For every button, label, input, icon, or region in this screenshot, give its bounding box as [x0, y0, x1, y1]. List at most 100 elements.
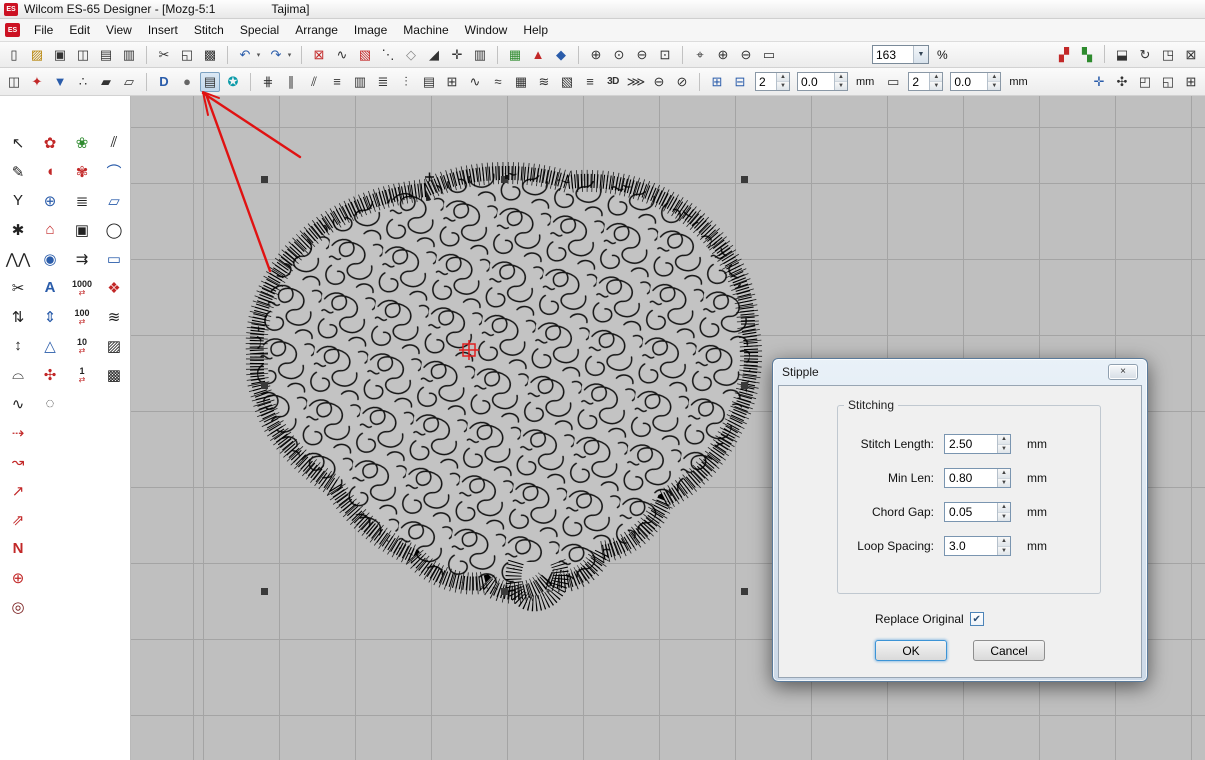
align-b[interactable]: ◱	[1158, 72, 1178, 92]
pan-tool[interactable]: ⌖	[690, 45, 710, 65]
stitch-type-lattice[interactable]: ⊞	[442, 72, 462, 92]
object-mode[interactable]: ●	[177, 72, 197, 92]
tool-button[interactable]	[98, 505, 130, 534]
tool-button[interactable]	[98, 563, 130, 592]
spin-down-icon[interactable]: ▼	[998, 513, 1010, 522]
dock-panel[interactable]: ⬓	[1112, 45, 1132, 65]
hatch-fill-tool[interactable]: ⫽	[98, 128, 130, 157]
tool-button[interactable]	[98, 476, 130, 505]
remove-effect[interactable]: ⊖	[649, 72, 669, 92]
stitch-type-wave[interactable]: ∿	[465, 72, 485, 92]
print-preview[interactable]: ▥	[119, 45, 139, 65]
applique-tool[interactable]: ⌂	[34, 215, 66, 244]
toolbar-icon[interactable]	[682, 46, 683, 64]
undo-dropdown[interactable]: ▾	[254, 45, 263, 65]
spread-arrows[interactable]: ✣	[1112, 72, 1132, 92]
spin-down-icon[interactable]: ▼	[988, 82, 1000, 90]
spin-down-icon[interactable]: ▼	[998, 547, 1010, 556]
tool-button[interactable]	[66, 476, 98, 505]
stitch-type-dots[interactable]: ⫶	[396, 72, 416, 92]
stitch-style-trim[interactable]: ⇗	[2, 505, 34, 534]
tool-button[interactable]	[34, 447, 66, 476]
motif-tool[interactable]: ❖	[98, 273, 130, 302]
nudge-arrows[interactable]: ✛	[1089, 72, 1109, 92]
spin-down-icon[interactable]: ▼	[998, 445, 1010, 454]
star-tool[interactable]: ✱	[2, 215, 34, 244]
freehand-tool[interactable]: ✎	[2, 157, 34, 186]
spin-up-icon[interactable]: ▲	[998, 469, 1010, 479]
target-marker-tool[interactable]: ◎	[2, 592, 34, 621]
menu-item[interactable]: Special	[232, 20, 287, 40]
stitch-view[interactable]: ⊠	[309, 45, 329, 65]
stitch-style-motif-run[interactable]: ↝	[2, 447, 34, 476]
measure-tool[interactable]: ↕	[2, 331, 34, 360]
field-input[interactable]	[945, 435, 997, 453]
wave-fill-tool[interactable]: ≋	[98, 302, 130, 331]
clipped-icon[interactable]: ⊞	[1181, 72, 1201, 92]
diamond-view[interactable]: ◆	[551, 45, 571, 65]
offset-a-input[interactable]	[798, 73, 834, 90]
stitch-type-column[interactable]: ∥	[281, 72, 301, 92]
stitch-type-tatami[interactable]: ≡	[327, 72, 347, 92]
stitch-player[interactable]: ∿	[332, 45, 352, 65]
brain-embroidery-design[interactable]	[257, 173, 751, 603]
crosshair-view[interactable]: ✛	[447, 45, 467, 65]
spin-up-icon[interactable]: ▲	[988, 73, 1000, 82]
dome-tool[interactable]: ◖	[34, 157, 66, 186]
underlay-b[interactable]: ⊟	[730, 72, 750, 92]
stitch-type-mesh[interactable]: ▦	[511, 72, 531, 92]
row-count-input[interactable]	[909, 73, 929, 90]
menu-item[interactable]: Window	[457, 20, 516, 40]
tool-button[interactable]	[98, 592, 130, 621]
zoom-in[interactable]: ⊕	[586, 45, 606, 65]
spin-up-icon[interactable]: ▲	[998, 537, 1010, 547]
scissors-tool[interactable]: ✂	[2, 273, 34, 302]
spin-up-icon[interactable]: ▲	[998, 503, 1010, 513]
spin-down-icon[interactable]: ▼	[998, 479, 1010, 488]
tool-button[interactable]	[98, 389, 130, 418]
branch-tool[interactable]: Y	[2, 186, 34, 215]
zoom-in-2[interactable]: ⊕	[713, 45, 733, 65]
color-film[interactable]: ▧	[355, 45, 375, 65]
tool-button[interactable]	[34, 418, 66, 447]
spin-up-icon[interactable]: ▲	[930, 73, 942, 82]
menu-item[interactable]: Edit	[61, 20, 98, 40]
stitch-type-flat[interactable]: ≡	[580, 72, 600, 92]
field-spinner[interactable]: ▲▼	[997, 469, 1010, 487]
toolbar-icon[interactable]	[146, 73, 147, 91]
stitch-style-jump[interactable]: ↗	[2, 476, 34, 505]
spin-down-icon[interactable]: ▼	[777, 82, 789, 90]
t2-polygon[interactable]: ◫	[4, 72, 24, 92]
ellipse-tool[interactable]: ◯	[98, 215, 130, 244]
fan-tool[interactable]: ⌓	[2, 360, 34, 389]
zoom-dropdown-button[interactable]: ▼	[913, 46, 928, 63]
pull-comp-spinner[interactable]: ▲▼	[776, 73, 789, 90]
stitch-type-lines[interactable]: ▥	[350, 72, 370, 92]
t2-points[interactable]: ∴	[73, 72, 93, 92]
menu-item[interactable]: Help	[515, 20, 556, 40]
tool-button[interactable]	[66, 534, 98, 563]
spin-up-icon[interactable]: ▲	[835, 73, 847, 82]
stitch-style-run[interactable]: ⇢	[2, 418, 34, 447]
handle-mid-left[interactable]	[261, 382, 268, 389]
document-icon[interactable]: ES	[5, 23, 20, 37]
zoom-window[interactable]: ▭	[759, 45, 779, 65]
zoom-out-2[interactable]: ⊖	[736, 45, 756, 65]
copy[interactable]: ◱	[177, 45, 197, 65]
tool-button[interactable]	[34, 476, 66, 505]
handle-bottom-center[interactable]	[501, 588, 508, 595]
hoop-tool[interactable]: ⊕	[34, 186, 66, 215]
stitch-type-cross[interactable]: ▧	[557, 72, 577, 92]
select-tool[interactable]: ↖	[2, 128, 34, 157]
toolbar-icon[interactable]	[301, 46, 302, 64]
parallelogram-tool[interactable]: ▱	[98, 186, 130, 215]
handle-bottom-left[interactable]	[261, 588, 268, 595]
cross-stitch-tool[interactable]: ✣	[34, 360, 66, 389]
offset-a-spinner[interactable]: ▲▼	[834, 73, 847, 90]
tool-button[interactable]	[66, 505, 98, 534]
stitch-type-contour[interactable]: ≋	[534, 72, 554, 92]
menu-item[interactable]: File	[26, 20, 61, 40]
zigzag-style-tool[interactable]: N	[2, 534, 34, 563]
row-count-spinner[interactable]: ▲▼	[929, 73, 942, 90]
offset-b-input[interactable]	[951, 73, 987, 90]
